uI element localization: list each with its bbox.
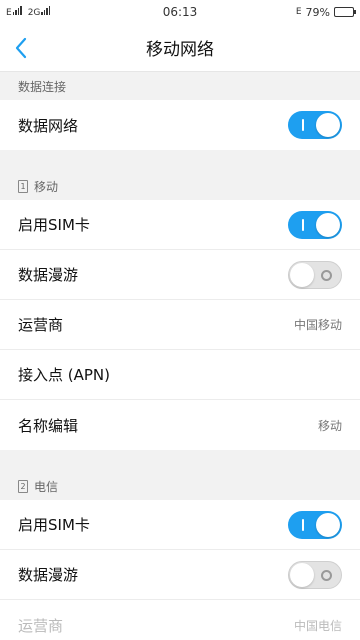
signal-icon [41,6,51,15]
section-gap [0,450,360,472]
back-arrow-icon [15,37,27,59]
header: 移动网络 [0,24,360,72]
row-sim2-roaming[interactable]: 数据漫游 [0,550,360,600]
sim2-title: 电信 [34,479,59,494]
row-value: 移动 [317,418,342,433]
row-label: 名称编辑 [18,416,79,435]
row-sim1-name-edit[interactable]: 名称编辑 移动 [0,400,360,450]
data-network-toggle[interactable] [288,111,342,139]
page-title: 移动网络 [146,40,214,60]
row-label: 运营商 [18,616,64,635]
section-header-data: 数据连接 [0,72,360,100]
sim-status-icon: E [295,7,302,17]
battery-icon [334,7,356,17]
section-gap [0,150,360,172]
section-header-sim1: 1 移动 [0,172,360,200]
sim1-roaming-toggle[interactable] [288,260,342,289]
row-data-network[interactable]: 数据网络 [0,100,360,150]
status-left: E 2G [6,6,51,18]
row-value: 中国电信 [293,618,342,633]
row-label: 数据漫游 [18,566,79,584]
row-sim1-enable[interactable]: 启用SIM卡 [0,200,360,250]
row-sim2-enable[interactable]: 启用SIM卡 [0,500,360,550]
back-button[interactable] [14,36,42,60]
row-label: 数据漫游 [18,266,79,284]
network-type-2g: 2G [28,6,51,18]
row-value: 中国移动 [293,318,342,332]
sim2-enable-toggle[interactable] [288,510,342,539]
row-sim2-carrier[interactable]: 运营商 中国电信 [0,600,360,640]
row-sim1-carrier[interactable]: 运营商 中国移动 [0,300,360,350]
row-label: 启用SIM卡 [18,216,90,234]
row-sim1-roaming[interactable]: 数据漫游 [0,250,360,300]
status-right: E 79% [295,5,356,19]
row-label: 运营商 [18,316,64,334]
sim-card-icon: 1 [18,179,28,193]
network-type-e: E [6,6,22,18]
battery-percent: 79% [305,5,330,19]
row-label: 接入点 (APN) [18,366,110,384]
sim1-title: 移动 [34,179,59,194]
row-label: 数据网络 [18,116,79,135]
row-sim1-apn[interactable]: 接入点 (APN) [0,350,360,400]
sim2-roaming-toggle[interactable] [288,560,342,589]
row-label: 启用SIM卡 [18,516,90,534]
sim-card-icon: 2 [18,479,28,493]
signal-icon [12,6,22,15]
status-bar: E 2G 06:13 E 79% [0,0,360,24]
sim1-enable-toggle[interactable] [288,210,342,239]
section-header-sim2: 2 电信 [0,472,360,500]
